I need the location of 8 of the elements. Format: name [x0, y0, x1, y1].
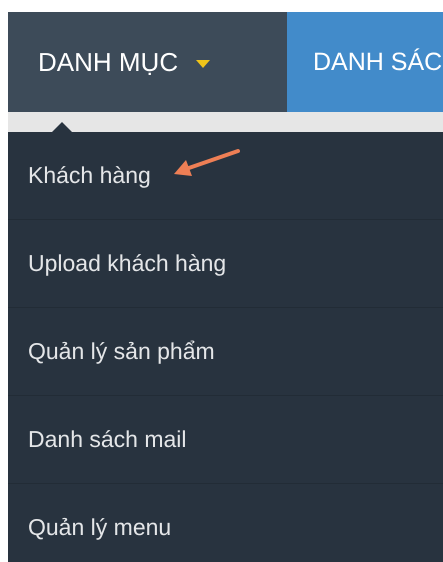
menu-item[interactable]: Quản lý menu [28, 514, 172, 541]
menu-item[interactable]: Danh sách mail [28, 426, 187, 453]
nav-tab[interactable]: DANH SÁC [287, 12, 443, 112]
caret-icon [196, 60, 210, 68]
nav-tab[interactable]: DANH MỤC [8, 12, 287, 112]
menu-item[interactable]: Khách hàng [28, 162, 151, 189]
menu-item[interactable]: Quản lý sản phẩm [28, 338, 215, 365]
menu-item[interactable]: Upload khách hàng [28, 250, 226, 277]
